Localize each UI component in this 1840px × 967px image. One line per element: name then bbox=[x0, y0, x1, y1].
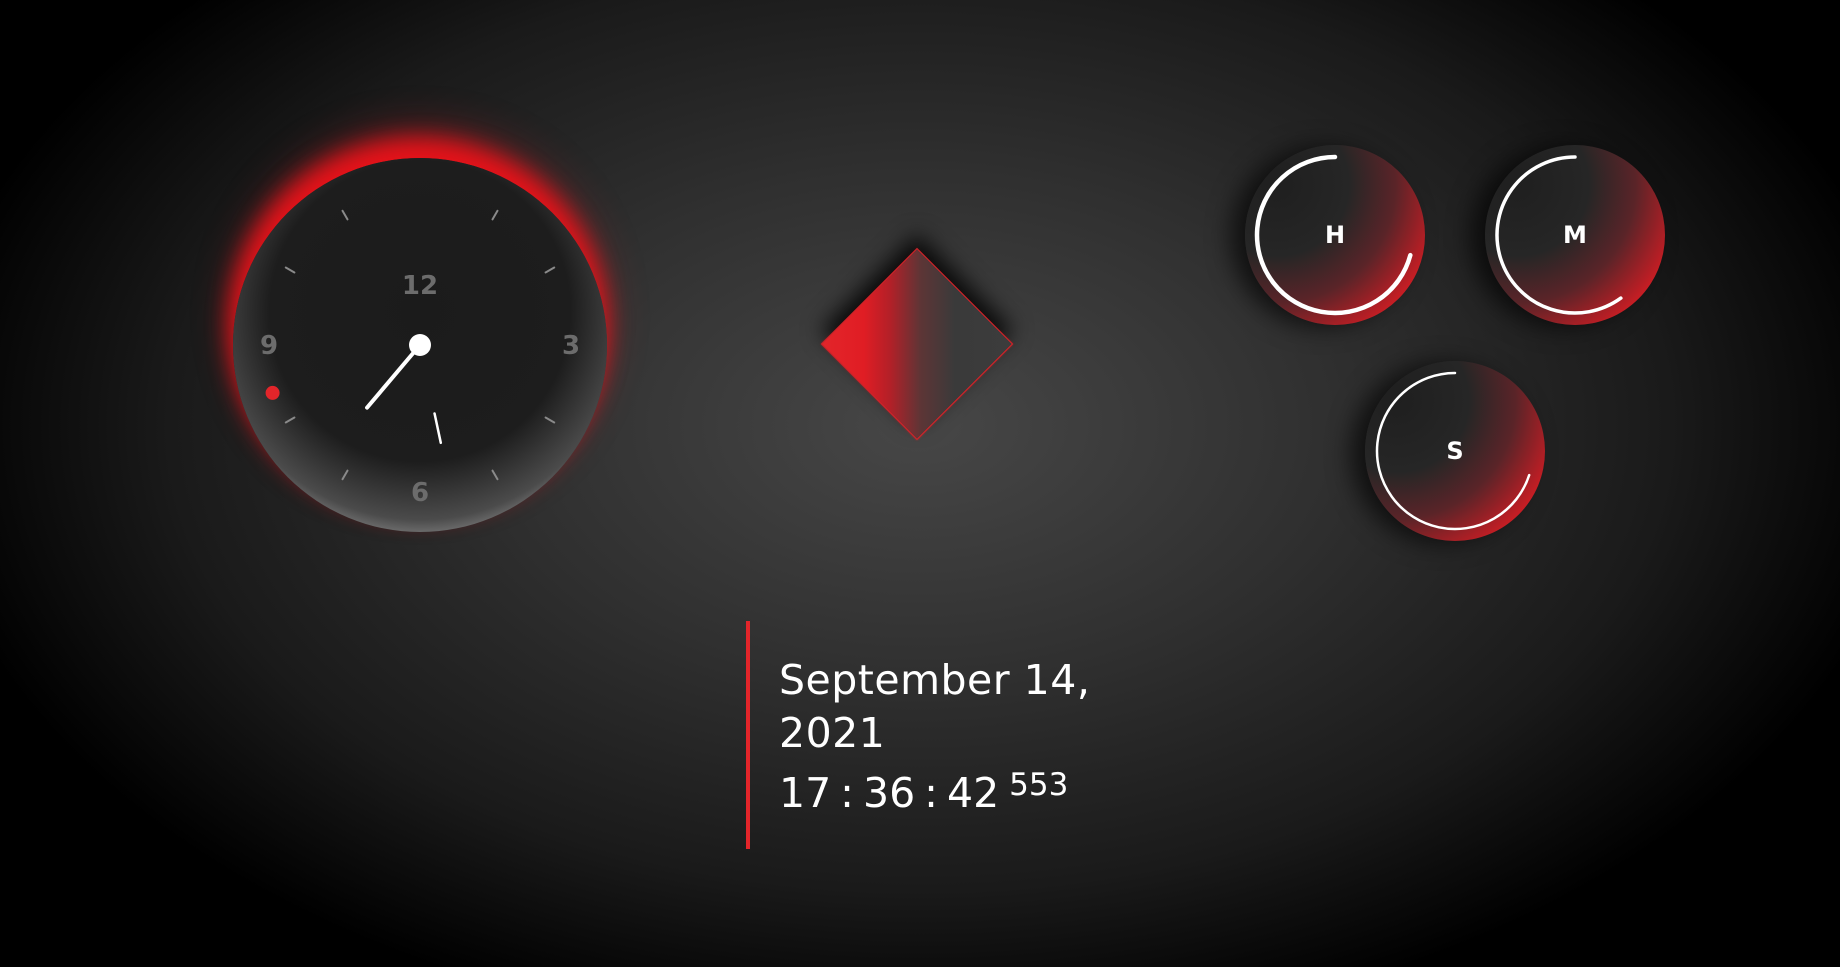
hours-ring-label: H bbox=[1324, 221, 1346, 249]
clock-tick bbox=[491, 209, 499, 221]
seconds-ring-label: S bbox=[1446, 437, 1464, 465]
time-minutes: 36 bbox=[863, 769, 916, 817]
clock-numeral-12: 12 bbox=[402, 271, 438, 301]
clock-tick bbox=[284, 416, 296, 424]
time-text: 17:36:42 553 bbox=[779, 767, 1068, 824]
accent-bar bbox=[746, 621, 750, 849]
minute-hand bbox=[365, 343, 422, 410]
hours-ring-indicator: H bbox=[1245, 145, 1425, 325]
time-separator: : bbox=[840, 769, 854, 817]
clock-tick bbox=[341, 209, 349, 221]
clock-tick bbox=[544, 416, 556, 424]
clock-tick bbox=[284, 266, 296, 274]
digital-clock: September 14, 2021 17:36:42 553 bbox=[746, 621, 1166, 849]
analog-clock: 12 3 6 9 bbox=[233, 158, 607, 532]
minutes-ring-label: M bbox=[1563, 221, 1587, 249]
time-separator: : bbox=[924, 769, 938, 817]
clock-numeral-3: 3 bbox=[562, 331, 580, 361]
seconds-ring-indicator: S bbox=[1365, 361, 1545, 541]
clock-numeral-9: 9 bbox=[260, 331, 278, 361]
clock-center-cap bbox=[409, 334, 431, 356]
hour-hand bbox=[433, 412, 443, 445]
clock-tick bbox=[341, 469, 349, 481]
time-milliseconds: 553 bbox=[1009, 767, 1069, 803]
minutes-ring-indicator: M bbox=[1485, 145, 1665, 325]
clock-tick bbox=[491, 469, 499, 481]
clock-numeral-6: 6 bbox=[411, 478, 429, 508]
clock-dial: 12 3 6 9 bbox=[260, 209, 580, 508]
time-hours: 17 bbox=[779, 769, 832, 817]
diamond-ornament bbox=[817, 240, 1018, 450]
second-hand bbox=[265, 385, 280, 400]
clock-tick bbox=[544, 266, 556, 274]
diamond-shape bbox=[820, 247, 1014, 441]
date-text: September 14, 2021 bbox=[779, 656, 1091, 757]
time-seconds: 42 bbox=[947, 769, 1000, 817]
